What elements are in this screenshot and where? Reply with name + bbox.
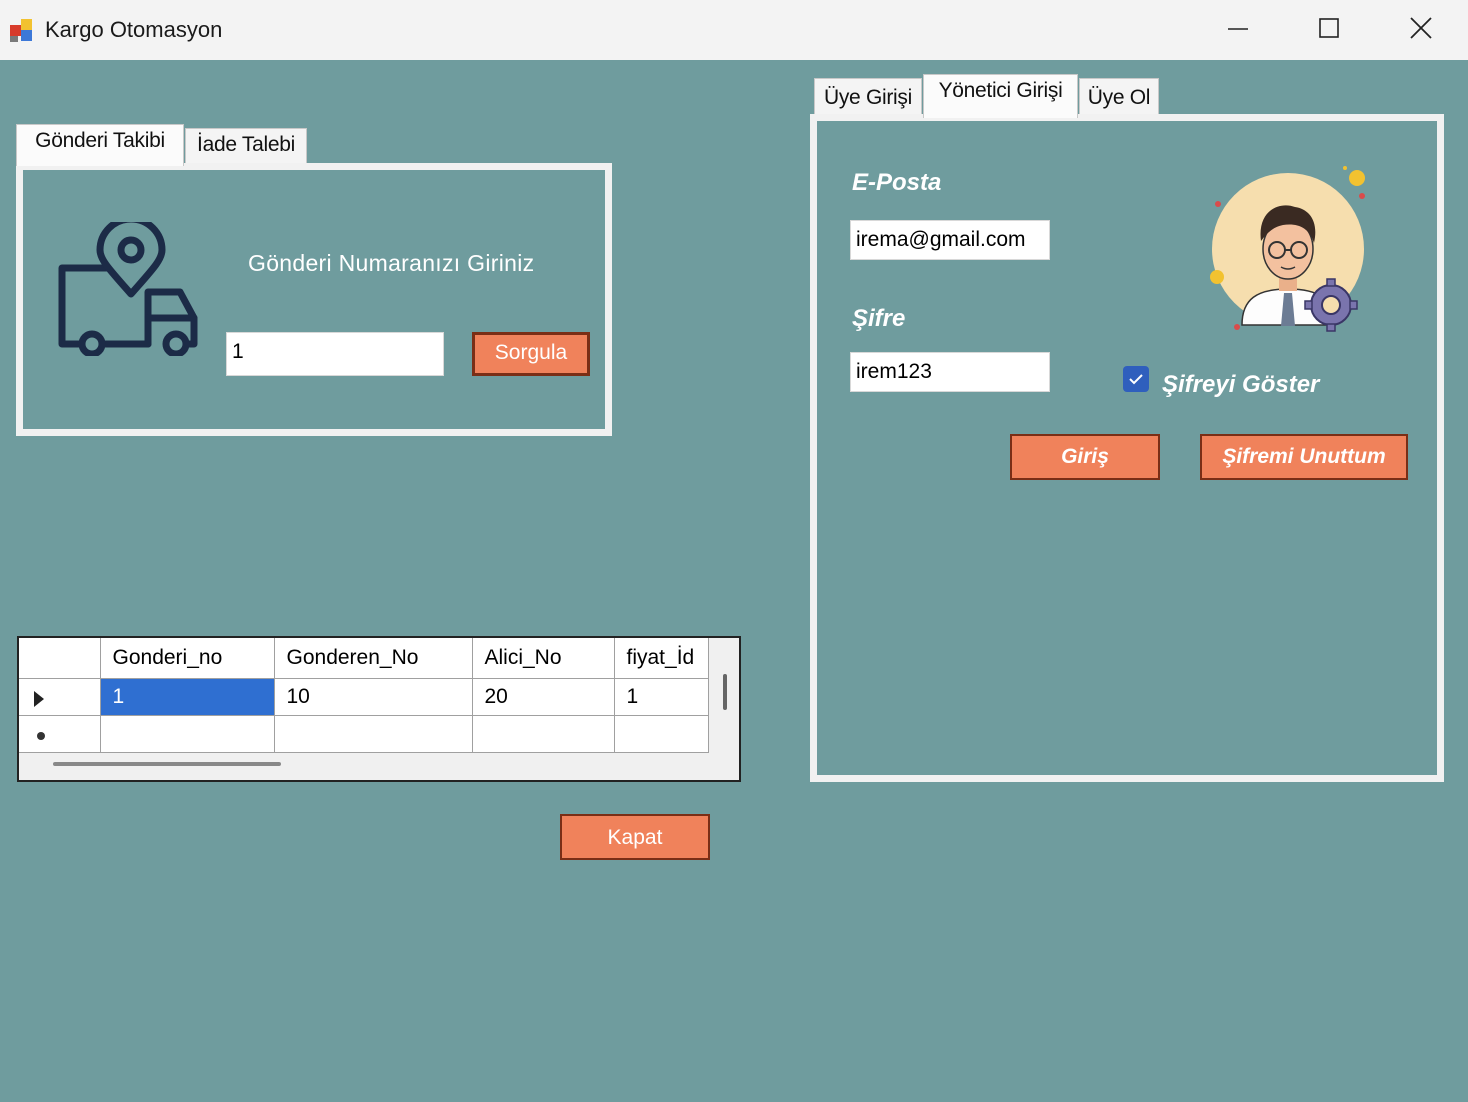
tracking-prompt-label: Gönderi Numaranızı Giriniz (248, 250, 535, 276)
tracking-number-input[interactable]: 1 (226, 332, 444, 376)
shipments-grid[interactable]: Gonderi_no Gonderen_No Alici_No fiyat_İd… (17, 636, 741, 782)
admin-avatar-icon (1210, 166, 1365, 332)
current-row-arrow-icon (34, 690, 44, 707)
grid-cell[interactable] (273, 714, 473, 753)
app-icon (10, 17, 36, 43)
grid-cell[interactable] (99, 714, 275, 753)
grid-corner-header[interactable] (19, 638, 101, 679)
tab-uye-ol[interactable]: Üye Ol (1079, 78, 1159, 116)
new-row-asterisk-icon (37, 731, 45, 740)
row-header[interactable] (19, 714, 101, 753)
row-header[interactable] (19, 677, 101, 716)
tab-iade-talebi[interactable]: İade Talebi (185, 128, 307, 164)
tab-gonderi-takibi[interactable]: Gönderi Takibi (16, 124, 184, 166)
column-header-gonderen-no[interactable]: Gonderen_No (273, 638, 473, 679)
vertical-scrollbar[interactable] (723, 674, 727, 710)
minimize-button[interactable] (1192, 0, 1284, 58)
grid-cell[interactable]: 1 (99, 677, 275, 716)
column-header-alici-no[interactable]: Alici_No (471, 638, 615, 679)
maximize-icon (1319, 18, 1339, 38)
forgot-password-button[interactable]: Şifremi Unuttum (1200, 434, 1408, 480)
sorgula-button[interactable]: Sorgula (472, 332, 590, 376)
tab-uye-girisi[interactable]: Üye Girişi (814, 78, 922, 116)
tab-yonetici-girisi[interactable]: Yönetici Girişi (923, 74, 1078, 118)
delivery-truck-icon (58, 222, 198, 356)
grid-cell[interactable] (613, 714, 709, 753)
password-field[interactable]: irem123 (850, 352, 1050, 392)
checkmark-icon (1129, 374, 1143, 385)
horizontal-scrollbar[interactable] (53, 762, 281, 766)
table-row-new[interactable] (19, 714, 709, 753)
maximize-button[interactable] (1283, 0, 1375, 58)
window-title: Kargo Otomasyon (45, 17, 223, 42)
grid-cell[interactable] (471, 714, 615, 753)
show-password-checkbox[interactable] (1123, 366, 1149, 392)
giris-button[interactable]: Giriş (1010, 434, 1160, 480)
kapat-button[interactable]: Kapat (560, 814, 710, 860)
email-field[interactable]: irema@gmail.com (850, 220, 1050, 260)
tracking-panel: Gönderi Numaranızı Giriniz 1 Sorgula (16, 163, 612, 436)
admin-login-panel: E-Posta irema@gmail.com Şifre irem123 Şi… (810, 114, 1444, 782)
title-bar[interactable]: Kargo Otomasyon (0, 0, 1468, 60)
grid-cell[interactable]: 10 (273, 677, 473, 716)
grid-cell[interactable]: 20 (471, 677, 615, 716)
column-header-fiyat-id[interactable]: fiyat_İd (613, 638, 709, 679)
email-label: E-Posta (852, 169, 942, 196)
minimize-icon (1228, 28, 1248, 30)
close-window-button[interactable] (1375, 0, 1467, 58)
password-label: Şifre (852, 305, 906, 332)
close-icon (1410, 17, 1432, 39)
show-password-label: Şifreyi Göster (1162, 371, 1320, 398)
table-row[interactable]: 1 10 20 1 (19, 677, 709, 716)
column-header-gonderi-no[interactable]: Gonderi_no (99, 638, 275, 679)
grid-cell[interactable]: 1 (613, 677, 709, 716)
